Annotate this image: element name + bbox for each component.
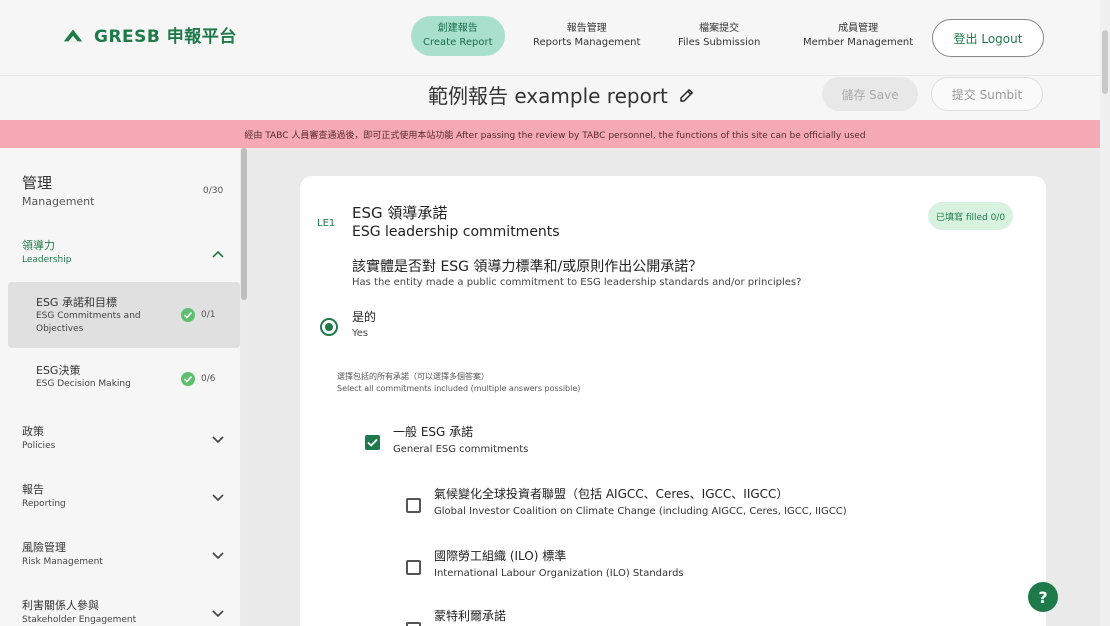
nav-create-report[interactable]: 創建報告 Create Report (411, 16, 505, 56)
option-label-zh: 蒙特利爾承諾 (434, 609, 507, 623)
nav-reports-management[interactable]: 報告管理 Reports Management (521, 16, 652, 56)
item-count: 0/6 (201, 374, 216, 384)
mountain-logo-icon (63, 29, 83, 41)
question-card: LE1 ESG 領導承諾 ESG leadership commitments … (300, 176, 1046, 626)
nav-label-en: Reports Management (533, 37, 641, 48)
check-circle-icon (181, 308, 195, 322)
montreal-pledge-checkbox[interactable] (406, 622, 421, 626)
item-label-en: ESG Commitments and Objectives (36, 311, 141, 334)
group-label-en: Stakeholder Engagement (22, 615, 137, 625)
section-label-zh: 管理 (22, 174, 53, 192)
brand-name: GRESB 申報平台 (94, 27, 237, 47)
nav-label-en: Create Report (423, 37, 493, 48)
group-label-en: Policies (22, 441, 56, 451)
page-title: 範例報告 example report (428, 80, 696, 109)
chevron-down-icon[interactable] (211, 548, 225, 562)
sidebar-group-risk-management[interactable]: 風險管理 Risk Management (22, 540, 103, 569)
ilo-standards-checkbox[interactable] (406, 560, 421, 575)
logout-button[interactable]: 登出 Logout (932, 19, 1044, 57)
option-label-en: International Labour Organization (ILO) … (434, 568, 684, 579)
option-label-zh: 一般 ESG 承諾 (393, 425, 474, 439)
submit-button[interactable]: 提交 Sumbit (931, 77, 1043, 111)
nav-label-en: Files Submission (678, 37, 761, 48)
yes-label-zh: 是的 (352, 310, 377, 324)
section-label-en: Management (22, 195, 95, 208)
group-label-en: Reporting (22, 499, 66, 509)
question-text-en: Has the entity made a public commitment … (352, 277, 802, 288)
yes-label-en: Yes (352, 328, 369, 339)
pencil-icon[interactable] (678, 86, 696, 104)
option-label-en: Global Investor Coalition on Climate Cha… (434, 506, 847, 517)
general-esg-checkbox[interactable] (365, 435, 380, 450)
sidebar-item-esg-commitments[interactable]: ESG 承諾和目標 ESG Commitments and Objectives… (8, 282, 240, 348)
chevron-up-icon[interactable] (211, 248, 225, 262)
yes-radio[interactable] (320, 318, 338, 336)
question-title-zh: ESG 領導承諾 (352, 204, 448, 222)
sidebar-group-leadership[interactable]: 領導力 Leadership (22, 238, 71, 267)
radio-selected-dot (325, 323, 333, 331)
sidebar-group-stakeholder-engagement[interactable]: 利害關係人參與 Stakeholder Engagement (22, 598, 136, 626)
sidebar-item-esg-decision-making[interactable]: ESG決策 ESG Decision Making 0/6 (8, 364, 240, 404)
report-title-bar: 範例報告 example report 儲存 Save 提交 Sumbit (0, 76, 1110, 120)
instruction-zh: 選擇包括的所有承諾（可以選擇多個答案） (337, 372, 489, 381)
group-label-en: Leadership (22, 255, 72, 265)
sidebar-group-policies[interactable]: 政策 Policies (22, 424, 55, 453)
sidebar-section-management: 管理 Management (22, 172, 94, 208)
chevron-down-icon[interactable] (211, 490, 225, 504)
item-count: 0/1 (201, 310, 216, 320)
global-investor-coalition-checkbox[interactable] (406, 498, 421, 513)
page-scroll-thumb[interactable] (1102, 30, 1108, 94)
nav-label-zh: 成員管理 (838, 23, 879, 34)
review-notice-banner: 經由 TABC 人員審查通過後，即可正式使用本站功能 After passing… (0, 120, 1110, 148)
question-title-en: ESG leadership commitments (352, 224, 560, 240)
group-label-en: Risk Management (22, 557, 103, 567)
chevron-down-icon[interactable] (211, 432, 225, 446)
nav-files-submission[interactable]: 檔案提交 Files Submission (666, 16, 772, 56)
checkmark-icon (367, 438, 378, 447)
top-header: GRESB 申報平台 創建報告 Create Report 報告管理 Repor… (0, 0, 1110, 76)
instruction-en: Select all commitments included (multipl… (337, 384, 581, 393)
brand-logo[interactable]: GRESB 申報平台 (62, 22, 237, 47)
save-button[interactable]: 儲存 Save (822, 77, 918, 111)
nav-label-en: Member Management (803, 37, 914, 48)
sidebar: 管理 Management 0/30 領導力 Leadership ESG 承諾… (0, 148, 248, 626)
nav-label-zh: 創建報告 (437, 23, 478, 34)
group-label-zh: 政策 (22, 425, 44, 438)
option-label-zh: 氣候變化全球投資者聯盟（包括 AIGCC、Ceres、IGCC、IIGCC） (434, 487, 789, 501)
question-help-icon[interactable]: ? (1028, 582, 1058, 612)
nav-label-zh: 檔案提交 (699, 23, 740, 34)
group-label-zh: 風險管理 (22, 541, 66, 554)
question-text-zh: 該實體是否對 ESG 領導力標準和/或原則作出公開承諾？ (352, 259, 703, 275)
main-content: LE1 ESG 領導承諾 ESG leadership commitments … (248, 148, 1100, 626)
group-label-zh: 報告 (22, 483, 44, 496)
group-label-zh: 利害關係人參與 (22, 599, 99, 612)
item-label-zh: ESG 承諾和目標 (36, 296, 117, 309)
section-count: 0/30 (203, 186, 224, 196)
nav-label-zh: 報告管理 (566, 23, 607, 34)
nav-member-management[interactable]: 成員管理 Member Management (791, 16, 925, 56)
chevron-down-icon[interactable] (211, 606, 225, 620)
group-label-zh: 領導力 (22, 239, 55, 252)
check-circle-icon (181, 372, 195, 386)
sidebar-scroll-thumb[interactable] (241, 148, 247, 300)
filled-status-badge: 已填寫 filled 0/0 (928, 202, 1014, 230)
option-label-en: General ESG commitments (393, 444, 529, 455)
question-id: LE1 (317, 218, 336, 229)
option-label-zh: 國際勞工組織 (ILO) 標準 (434, 549, 567, 563)
report-title: 範例報告 example report (428, 84, 668, 108)
sidebar-group-reporting[interactable]: 報告 Reporting (22, 482, 66, 511)
